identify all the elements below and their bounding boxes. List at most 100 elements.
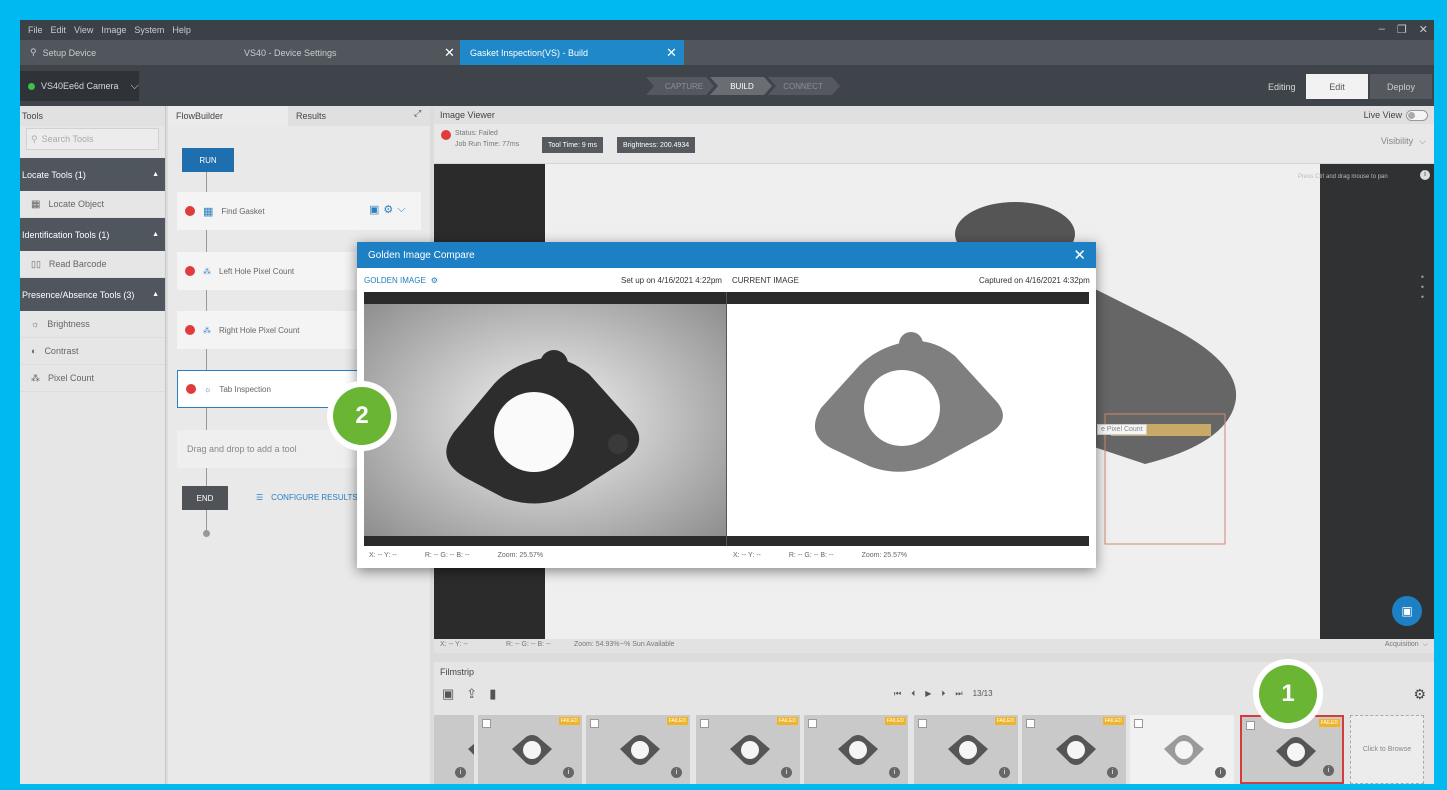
expand-icon[interactable]: ⤢ bbox=[414, 108, 421, 119]
filmstrip-thumbnail[interactable]: i FAILED bbox=[586, 715, 690, 784]
close-icon[interactable]: ✕ bbox=[1073, 246, 1086, 264]
filmstrip-thumbnail[interactable]: i bbox=[1130, 715, 1234, 784]
filmstrip-thumbnail[interactable]: i FAILED bbox=[804, 715, 908, 784]
step-connect[interactable]: CONNECT bbox=[772, 77, 834, 95]
close-window-icon[interactable]: ✕ bbox=[1419, 23, 1428, 36]
tab-device-settings[interactable]: VS40 - Device Settings bbox=[234, 40, 444, 65]
delete-icon[interactable]: ▮ bbox=[489, 686, 496, 702]
browse-button[interactable]: Click to Browse bbox=[1350, 715, 1424, 784]
thumbnail-checkbox[interactable] bbox=[482, 719, 491, 728]
golden-image[interactable] bbox=[364, 292, 726, 546]
editing-label: Editing bbox=[1268, 82, 1296, 92]
filmstrip-thumbnail[interactable]: i FAILED bbox=[696, 715, 800, 784]
tool-locate-object[interactable]: ▦ Locate Object bbox=[20, 191, 165, 218]
category-locate[interactable]: Locate Tools (1) ▲ bbox=[20, 158, 165, 191]
tab-results[interactable]: Results bbox=[288, 106, 408, 126]
filmstrip-thumbnail[interactable]: i FAILED bbox=[914, 715, 1018, 784]
upload-icon[interactable]: ⇪ bbox=[466, 686, 477, 702]
info-icon[interactable]: i bbox=[563, 767, 574, 778]
tab-setup-device[interactable]: ⚲ Setup Device bbox=[20, 40, 220, 65]
gear-icon[interactable]: ⚙ bbox=[1413, 686, 1426, 703]
prev-frame-icon[interactable]: ⏴ bbox=[911, 689, 915, 699]
close-active-tab-icon[interactable]: ✕ bbox=[666, 45, 677, 61]
camera-fab-icon[interactable]: ▣ bbox=[1392, 596, 1422, 626]
tool-pixel-count[interactable]: ⁂ Pixel Count bbox=[20, 365, 165, 392]
filmstrip-thumbnail[interactable]: i FAILED bbox=[1022, 715, 1126, 784]
edit-button[interactable]: Edit bbox=[1306, 74, 1368, 99]
info-icon[interactable]: i bbox=[889, 767, 900, 778]
configure-results-link[interactable]: ☰ CONFIGURE RESULTS bbox=[256, 493, 358, 502]
thumbnail-checkbox[interactable] bbox=[918, 719, 927, 728]
node-label: Right Hole Pixel Count bbox=[219, 325, 300, 335]
tab-build[interactable]: Gasket Inspection(VS) - Build bbox=[460, 40, 684, 65]
tool-search-input[interactable]: ⚲ Search Tools bbox=[26, 128, 159, 150]
menu-help[interactable]: Help bbox=[172, 25, 191, 35]
run-button[interactable]: RUN bbox=[182, 148, 234, 172]
golden-cursor-rgb: R: -- G: -- B: -- bbox=[424, 552, 470, 559]
play-icon[interactable]: ▶ bbox=[925, 689, 931, 699]
info-icon[interactable]: i bbox=[999, 767, 1010, 778]
menu-image[interactable]: Image bbox=[101, 25, 126, 35]
info-icon[interactable]: i bbox=[1323, 765, 1334, 776]
next-frame-icon[interactable]: ⏵ bbox=[941, 689, 945, 699]
tool-read-barcode[interactable]: ▯▯ Read Barcode bbox=[20, 251, 165, 278]
tools-title: Tools bbox=[20, 106, 165, 126]
visibility-dropdown[interactable]: Visibility ⌵ bbox=[1381, 136, 1426, 147]
acquisition-dropdown[interactable]: Acquisition ⌵ bbox=[1385, 641, 1428, 649]
thumbnail-checkbox[interactable] bbox=[1246, 721, 1255, 730]
save-node-icon[interactable]: ▣ bbox=[369, 203, 379, 216]
callout-2-number: 2 bbox=[333, 387, 391, 445]
playback-controls: ⏮ ⏴ ▶ ⏵ ⏭ 13/13 bbox=[894, 689, 993, 699]
thumbnail-checkbox[interactable] bbox=[700, 719, 709, 728]
menu-view[interactable]: View bbox=[74, 25, 93, 35]
device-selector[interactable]: VS40Ee6d Camera ⌵ bbox=[20, 71, 139, 101]
chevron-down-icon[interactable]: ⌵ bbox=[397, 203, 405, 216]
deploy-button[interactable]: Deploy bbox=[1370, 74, 1432, 99]
settings-icon[interactable]: ⚙ bbox=[383, 203, 393, 216]
visibility-label: Visibility bbox=[1380, 136, 1414, 146]
gear-icon[interactable]: ⚙ bbox=[431, 276, 438, 285]
toggle-switch[interactable] bbox=[1406, 109, 1428, 121]
live-view-toggle[interactable]: Live View bbox=[1364, 106, 1428, 124]
overlay-label: e Pixel Count bbox=[1097, 424, 1147, 435]
tool-brightness[interactable]: ☼ Brightness bbox=[20, 311, 165, 338]
minimize-icon[interactable]: – bbox=[1379, 23, 1385, 36]
info-icon[interactable]: i bbox=[1107, 767, 1118, 778]
flow-connector-end bbox=[206, 510, 207, 532]
menu-system[interactable]: System bbox=[134, 25, 164, 35]
current-image[interactable] bbox=[727, 292, 1089, 546]
info-icon[interactable]: i bbox=[1215, 767, 1226, 778]
info-icon[interactable]: i bbox=[781, 767, 792, 778]
close-tab-icon[interactable]: ✕ bbox=[444, 45, 455, 61]
filmstrip-thumbnail[interactable]: i FAILED bbox=[478, 715, 582, 784]
step-build[interactable]: BUILD bbox=[714, 77, 770, 95]
category-identification[interactable]: Identification Tools (1) ▲ bbox=[20, 218, 165, 251]
info-icon[interactable]: i bbox=[455, 767, 466, 778]
flow-node-find-gasket[interactable]: ▦ Find Gasket ▣ ⚙ ⌵ bbox=[177, 192, 421, 230]
thumbnail-checkbox[interactable] bbox=[1026, 719, 1035, 728]
thumbnail-checkbox[interactable] bbox=[590, 719, 599, 728]
tool-contrast[interactable]: ◐ Contrast bbox=[20, 338, 165, 365]
pixel-count-icon: ⁂ bbox=[203, 266, 211, 276]
save-icon[interactable]: ▣ bbox=[442, 686, 454, 702]
info-icon[interactable]: i bbox=[1420, 170, 1430, 180]
more-vertical-icon[interactable]: • • • bbox=[1421, 272, 1424, 302]
node-label: Left Hole Pixel Count bbox=[219, 266, 295, 276]
last-frame-icon[interactable]: ⏭ bbox=[955, 689, 962, 699]
step-capture[interactable]: CAPTURE bbox=[654, 77, 714, 95]
menu-edit[interactable]: Edit bbox=[51, 25, 67, 35]
flow-tabs: FlowBuilder Results ⤢ bbox=[168, 106, 430, 126]
node-label: Find Gasket bbox=[221, 206, 265, 216]
thumbnail-checkbox[interactable] bbox=[1134, 719, 1143, 728]
failed-badge: FAILED bbox=[1102, 717, 1124, 725]
category-presence[interactable]: Presence/Absence Tools (3) ▲ bbox=[20, 278, 165, 311]
menu-file[interactable]: File bbox=[28, 25, 43, 35]
thumbnail-checkbox[interactable] bbox=[808, 719, 817, 728]
info-icon[interactable]: i bbox=[671, 767, 682, 778]
restore-icon[interactable]: ❐ bbox=[1397, 23, 1407, 36]
first-frame-icon[interactable]: ⏮ bbox=[894, 689, 901, 699]
category-identification-label: Identification Tools (1) bbox=[22, 229, 110, 240]
tab-flowbuilder[interactable]: FlowBuilder bbox=[168, 106, 288, 126]
filmstrip-thumbnail[interactable]: i bbox=[434, 715, 474, 784]
collapse-icon: ▲ bbox=[152, 291, 159, 298]
